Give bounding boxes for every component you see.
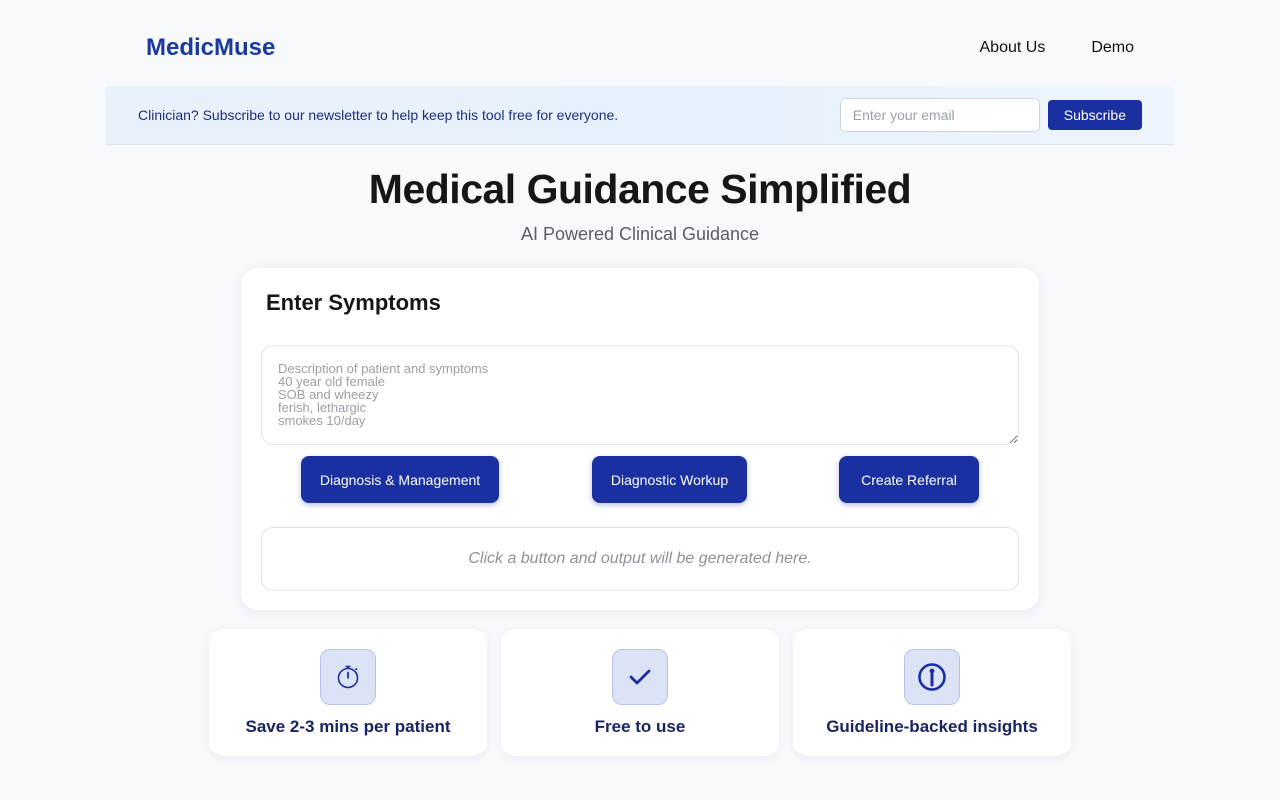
top-nav: MedicMuse About Us Demo — [106, 22, 1174, 74]
symptoms-textarea[interactable] — [261, 345, 1019, 445]
feature-card-guidelines: Guideline-backed insights — [793, 629, 1071, 756]
symptoms-card: Enter Symptoms Diagnosis & Management Di… — [241, 268, 1039, 610]
newsletter-text: Clinician? Subscribe to our newsletter t… — [138, 107, 619, 123]
feature-card-save-time: Save 2-3 mins per patient — [209, 629, 487, 756]
feature-label: Free to use — [594, 717, 686, 736]
diagnosis-management-button[interactable]: Diagnosis & Management — [301, 456, 499, 503]
stopwatch-icon — [320, 649, 376, 705]
nav-demo[interactable]: Demo — [1091, 39, 1134, 57]
newsletter-banner: Clinician? Subscribe to our newsletter t… — [106, 86, 1174, 145]
nav-about-us[interactable]: About Us — [980, 39, 1046, 57]
create-referral-button[interactable]: Create Referral — [839, 456, 979, 503]
brand-logo[interactable]: MedicMuse — [146, 34, 275, 62]
output-area: Click a button and output will be genera… — [261, 527, 1019, 591]
symptoms-card-title: Enter Symptoms — [266, 290, 441, 315]
feature-label: Save 2-3 mins per patient — [245, 717, 451, 736]
checkmark-icon — [612, 649, 668, 705]
diagnostic-workup-button[interactable]: Diagnostic Workup — [592, 456, 747, 503]
feature-label: Guideline-backed insights — [826, 717, 1038, 736]
page-title: Medical Guidance Simplified — [368, 166, 912, 212]
subscribe-button[interactable]: Subscribe — [1047, 100, 1142, 130]
page-subtitle: AI Powered Clinical Guidance — [520, 224, 760, 244]
email-input[interactable] — [839, 98, 1040, 132]
info-icon — [904, 649, 960, 705]
feature-card-free: Free to use — [501, 629, 779, 756]
nav-links: About Us Demo — [980, 39, 1135, 57]
newsletter-form: Subscribe — [839, 98, 1142, 132]
